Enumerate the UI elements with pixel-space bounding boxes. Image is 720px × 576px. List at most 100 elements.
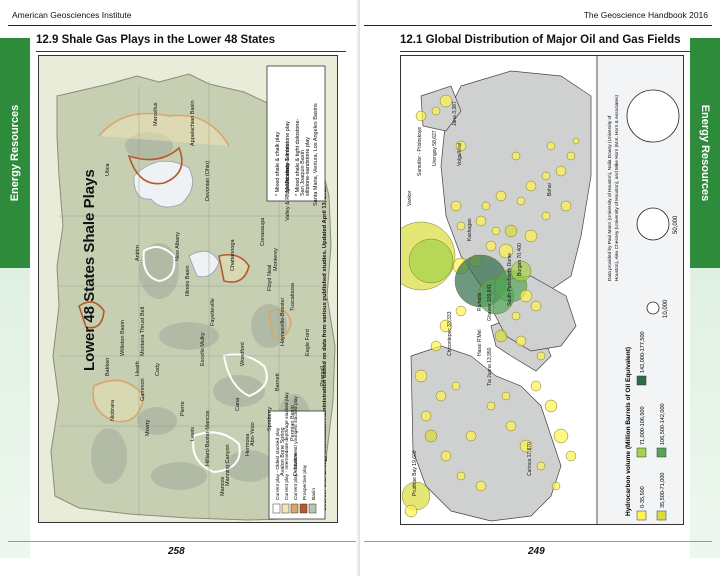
play-label-spraberry: Spraberry xyxy=(267,407,273,431)
field-bubble xyxy=(440,450,452,462)
field-bubble xyxy=(495,190,507,202)
field-bubble xyxy=(439,94,453,108)
field-bubble xyxy=(525,180,537,192)
play-label-appalachian: Appalachian Basin xyxy=(190,100,196,146)
page-title: 12.1 Global Distribution of Major Oil an… xyxy=(400,34,681,46)
play-label-niobrara: Niobrara xyxy=(110,399,116,421)
field-label-vankor: Vankor xyxy=(407,190,413,206)
play-label-eagle-ford: Eagle Ford xyxy=(305,329,311,356)
head-rule xyxy=(364,25,712,26)
field-bubble xyxy=(408,238,454,284)
play-label-tuscaloosa: Tuscaloosa xyxy=(290,282,296,311)
play-label-monterey-temblor: Monterey-Temblor xyxy=(285,142,291,186)
field-bubble xyxy=(424,429,438,443)
field-bubble xyxy=(505,420,517,432)
field-label-carioca: Carioca 17,870 xyxy=(527,442,533,476)
class-legend-swatch xyxy=(656,447,667,458)
field-bubble xyxy=(536,461,546,471)
field-bubble xyxy=(486,401,496,411)
play-label-heath: Heath xyxy=(135,361,141,376)
legend-label: Prospective play xyxy=(302,464,308,500)
field-bubble xyxy=(504,224,518,238)
field-bubble xyxy=(511,311,521,321)
play-label-cody: Cody xyxy=(155,363,161,376)
size-legend-label: 10,000 xyxy=(663,299,669,318)
inset-note-1: * Mixed shale & chalk play xyxy=(275,132,281,196)
field-bubble xyxy=(481,201,491,211)
field-label-hassi: Hassi R'Mel xyxy=(477,329,483,356)
field-bubble xyxy=(530,380,542,392)
field-bubble xyxy=(485,240,497,252)
play-label-gammon: Gammon xyxy=(140,378,146,401)
page-number-left: 258 xyxy=(168,546,185,557)
us-map-heading: Lower 48 States Shale Plays xyxy=(81,169,98,371)
play-label-abo: Abo-Yeso xyxy=(250,422,256,446)
field-bubble xyxy=(560,200,572,212)
legend-swatch xyxy=(281,503,290,514)
field-bubble xyxy=(494,329,508,343)
field-bubble xyxy=(555,165,567,177)
legend-label: Basin xyxy=(311,488,317,500)
play-label-marcellus: Marcellus xyxy=(153,102,159,126)
field-bubble xyxy=(572,137,580,145)
size-legend-circle xyxy=(646,301,660,315)
play-label-montana: Montana Thrust Belt xyxy=(140,306,146,356)
data-credit-1: Data provided by Paul Mann (University o… xyxy=(607,115,612,281)
class-legend-label: 35,500-71,000 xyxy=(660,473,666,508)
field-bubble xyxy=(565,450,577,462)
size-legend-circle xyxy=(636,207,670,241)
field-bubble xyxy=(511,151,521,161)
running-head-right: The Geoscience Handbook 2016 xyxy=(583,10,708,20)
play-label-utica: Utica xyxy=(105,163,111,176)
left-page: American Geosciences Institute Energy Re… xyxy=(0,0,360,576)
foot-rule xyxy=(364,541,712,542)
play-label-avalon: Avalon Bone Spring xyxy=(280,427,286,476)
side-tab-label: Energy Resources xyxy=(699,104,711,202)
world-oil-gas-map: Samotlor - Priobskoye Urengoy 58,627 Vanko… xyxy=(400,55,684,525)
field-bubble xyxy=(456,471,466,481)
play-label-excello: Excello Mulky xyxy=(200,332,206,366)
title-rule xyxy=(36,51,346,52)
class-legend-swatch xyxy=(636,447,647,458)
page-title: 12.9 Shale Gas Plays in the Lower 48 Sta… xyxy=(36,34,276,46)
world-map-canvas: Samotlor - Priobskoye Urengoy 58,627 Vanko… xyxy=(401,56,680,524)
play-label-san-joaquin: San Joaquin Basin xyxy=(300,150,306,196)
play-label-conasauga: Conasauga xyxy=(260,217,266,246)
class-legend-swatch xyxy=(656,510,667,521)
play-label-barnett: Barnett xyxy=(275,373,281,391)
play-label-pierre: Pierre xyxy=(180,401,186,416)
side-tab-label: Energy Resources xyxy=(9,104,21,202)
field-label-south-pars: South Pars/North Dome xyxy=(507,253,513,306)
side-band-left xyxy=(0,268,30,558)
legend-swatch xyxy=(290,503,299,514)
size-legend-circle xyxy=(626,89,680,143)
play-label-devonian-ohio: Devonian (Ohio) xyxy=(205,161,211,201)
us-map-canvas: Lower 48 States Shale Plays Source: U.S.… xyxy=(50,65,336,521)
field-bubble xyxy=(451,381,461,391)
field-bubble xyxy=(519,289,533,303)
field-label-jana: Jana 3,387 xyxy=(452,101,458,126)
field-bubble xyxy=(431,106,441,116)
field-label-rumaila: Rumaila xyxy=(477,292,483,311)
side-tab-right: Energy Resources xyxy=(690,38,720,268)
class-legend-swatch xyxy=(636,510,647,521)
field-bubble xyxy=(546,141,556,151)
play-label-haynesville: Haynesville-Bossier xyxy=(280,298,286,346)
us-shale-map: Lower 48 States Shale Plays Source: U.S.… xyxy=(38,55,338,523)
field-label-chicontepec: Chicontepec 33,333 xyxy=(447,311,453,356)
play-label-cana: Cana xyxy=(235,397,241,411)
page-number-right: 249 xyxy=(528,546,545,557)
play-label-new-albany: New Albany xyxy=(175,232,181,261)
size-legend: 10,000 50,000 150,000 xyxy=(626,89,680,318)
field-bubble xyxy=(553,428,569,444)
field-bubble xyxy=(541,211,551,221)
play-label-bakken: Bakken xyxy=(105,358,111,376)
field-bubble xyxy=(430,340,442,352)
class-legend-label: 0-35,500 xyxy=(640,486,646,508)
field-bubble xyxy=(501,391,511,401)
legend-title: Hydrocarbon volume (Million Barrels of O… xyxy=(625,347,632,516)
field-bubble xyxy=(551,481,561,491)
field-bubble xyxy=(450,200,462,212)
field-label-prudhoe: Prudhoe Bay 19,600 xyxy=(412,450,418,496)
class-legend-label: 106,500-142,000 xyxy=(660,403,666,445)
